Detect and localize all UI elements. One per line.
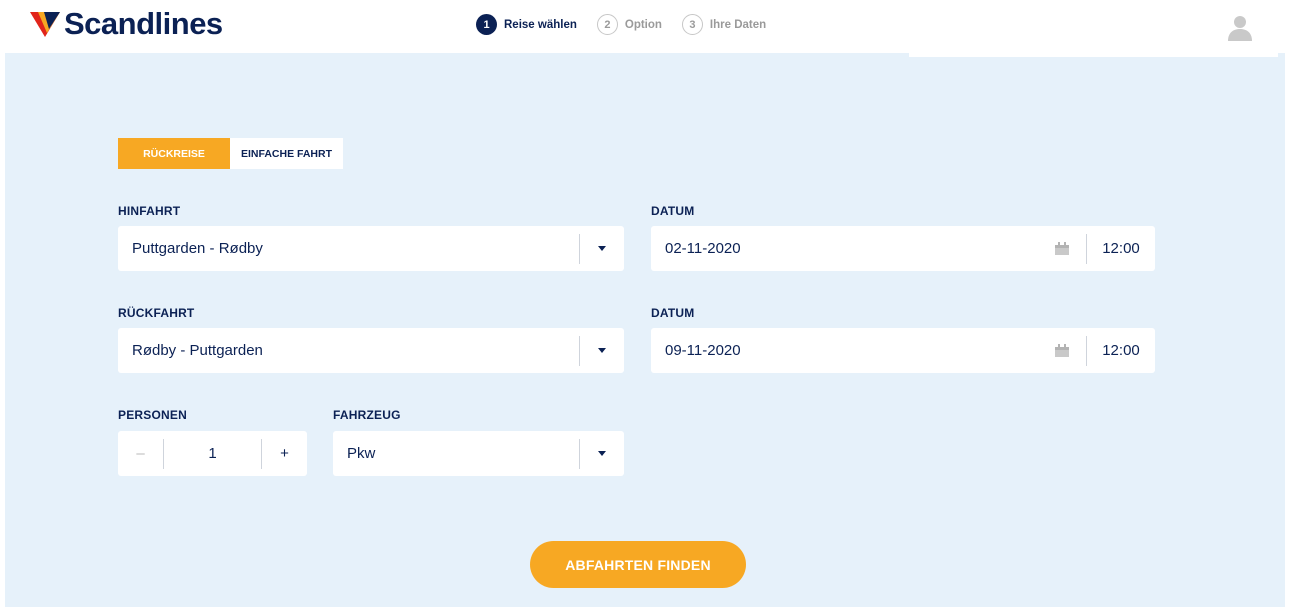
step-option[interactable]: 2 Option bbox=[596, 14, 662, 35]
step-label: Ihre Daten bbox=[709, 18, 767, 31]
step-ihre-daten[interactable]: 3 Ihre Daten bbox=[681, 14, 767, 35]
return-label: RÜCKFAHRT bbox=[118, 306, 195, 320]
passengers-count[interactable]: 1 bbox=[164, 445, 261, 462]
chevron-down-icon[interactable] bbox=[580, 246, 624, 251]
chevron-down-icon[interactable] bbox=[580, 348, 624, 353]
return-date-label: DATUM bbox=[651, 306, 695, 320]
trip-type-toggle: RÜCKREISE EINFACHE FAHRT bbox=[118, 138, 343, 169]
return-route-select[interactable]: Rødby - Puttgarden bbox=[118, 328, 624, 373]
step-number: 2 bbox=[596, 14, 618, 35]
return-date-field[interactable]: 09-11-2020 12:00 bbox=[651, 328, 1155, 373]
step-number: 3 bbox=[681, 14, 703, 35]
outbound-label: HINFAHRT bbox=[118, 204, 181, 218]
calendar-icon[interactable] bbox=[1054, 343, 1070, 358]
scandlines-logo-mark bbox=[30, 12, 60, 37]
return-route-value: Rødby - Puttgarden bbox=[132, 342, 263, 359]
outbound-date-label: DATUM bbox=[651, 204, 695, 218]
step-reise-waehlen[interactable]: 1 Reise wählen bbox=[476, 14, 577, 35]
vehicle-label: FAHRZEUG bbox=[333, 408, 401, 422]
passengers-stepper: – 1 + bbox=[118, 431, 307, 476]
step-label: Reise wählen bbox=[504, 18, 577, 31]
outbound-route-value: Puttgarden - Rødby bbox=[132, 240, 263, 257]
one-way-button[interactable]: EINFACHE FAHRT bbox=[230, 138, 343, 169]
scandlines-logo[interactable]: Scandlines bbox=[30, 7, 223, 41]
calendar-icon[interactable] bbox=[1054, 241, 1070, 256]
find-departures-button[interactable]: ABFAHRTEN FINDEN bbox=[530, 541, 746, 588]
passengers-label: PERSONEN bbox=[118, 408, 187, 422]
increase-button[interactable]: + bbox=[262, 431, 307, 476]
chevron-down-icon[interactable] bbox=[580, 451, 624, 456]
step-label: Option bbox=[624, 18, 662, 31]
outbound-date-field[interactable]: 02-11-2020 12:00 bbox=[651, 226, 1155, 271]
step-number: 1 bbox=[476, 14, 497, 35]
vehicle-select[interactable]: Pkw bbox=[333, 431, 624, 476]
return-trip-button[interactable]: RÜCKREISE bbox=[118, 138, 230, 169]
panel-notch bbox=[909, 53, 1278, 57]
vehicle-value: Pkw bbox=[347, 445, 376, 462]
return-time[interactable]: 12:00 bbox=[1087, 342, 1155, 359]
progress-steps: 1 Reise wählen 2 Option 3 Ihre Daten bbox=[476, 14, 786, 35]
outbound-date-value: 02-11-2020 bbox=[665, 240, 741, 257]
return-date-value: 09-11-2020 bbox=[665, 342, 741, 359]
user-icon[interactable] bbox=[1226, 14, 1254, 42]
decrease-button[interactable]: – bbox=[118, 431, 163, 476]
outbound-time[interactable]: 12:00 bbox=[1087, 240, 1155, 257]
outbound-route-select[interactable]: Puttgarden - Rødby bbox=[118, 226, 624, 271]
logo-wordmark: Scandlines bbox=[64, 6, 223, 41]
header: Scandlines 1 Reise wählen 2 Option 3 Ihr… bbox=[0, 0, 1290, 53]
